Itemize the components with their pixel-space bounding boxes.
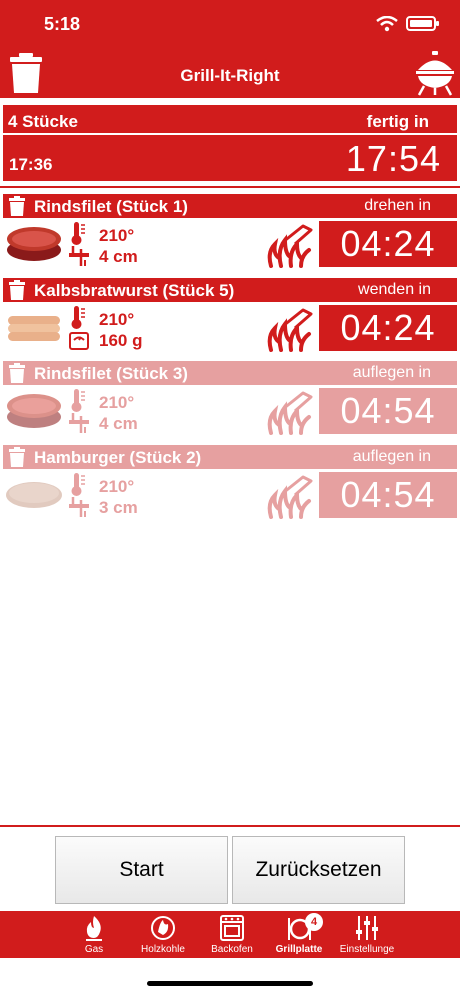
tab-label-charcoal: Holzkohle [141, 944, 185, 955]
tab-grill-plate[interactable]: 4 Grillplatte [264, 911, 334, 958]
thermometer-icon [71, 473, 85, 496]
tab-label-settings: Einstellunge [339, 944, 395, 955]
tab-settings[interactable]: Einstellunge [332, 911, 402, 958]
battery-icon [406, 16, 439, 31]
item-name: Rindsfilet (Stück 3) [34, 364, 188, 383]
item-size: 4 cm [99, 247, 138, 266]
thermometer-icon [71, 389, 85, 412]
weight-icon [69, 332, 89, 350]
item-temperature: 210° [99, 226, 135, 245]
item-size: 3 cm [99, 498, 138, 517]
item-action: auflegen in [352, 364, 431, 381]
item-name: Hamburger (Stück 2) [34, 448, 202, 467]
finish-time: 17:54 [345, 138, 441, 179]
steak-image [7, 394, 61, 428]
tab-gas[interactable]: Gas [59, 911, 129, 958]
ready-label: fertig in [366, 112, 429, 131]
thickness-icon [69, 497, 89, 517]
flip-action-icon [267, 475, 313, 519]
item-name: Rindsfilet (Stück 1) [34, 197, 188, 216]
tab-charcoal[interactable]: Holzkohle [128, 911, 198, 958]
oven-icon [220, 915, 244, 941]
delete-item-icon[interactable] [8, 363, 26, 383]
nav-bar: Grill-It-Right [0, 50, 460, 98]
item-temperature: 210° [99, 477, 135, 496]
flip-action-icon [267, 391, 313, 435]
thermometer-icon [71, 306, 85, 329]
thermometer-icon [71, 222, 85, 245]
item-timer: 04:24 [319, 221, 457, 267]
list-item[interactable]: Rindsfilet (Stück 3) auflegen in 210° 4 … [3, 361, 457, 439]
start-time: 17:36 [9, 155, 53, 174]
tab-oven[interactable]: Backofen [197, 911, 267, 958]
delete-item-icon[interactable] [8, 447, 26, 467]
steak-image [7, 227, 61, 261]
flip-action-icon [267, 308, 313, 352]
gas-flame-icon [86, 916, 102, 941]
item-size: 4 cm [99, 414, 138, 433]
item-header: Hamburger (Stück 2) auflegen in [3, 445, 457, 469]
item-action: wenden in [358, 281, 431, 298]
item-name: Kalbsbratwurst (Stück 5) [34, 281, 235, 300]
piece-count: 4 Stücke [8, 112, 78, 131]
thickness-icon [69, 246, 89, 266]
grill-icon[interactable] [414, 50, 456, 96]
tab-label-gas: Gas [84, 944, 104, 955]
delete-item-icon[interactable] [8, 280, 26, 300]
burger-image [6, 482, 62, 508]
page-title: Grill-It-Right [180, 66, 280, 85]
reset-button[interactable]: Zurücksetzen [232, 836, 405, 904]
item-action: auflegen in [352, 448, 431, 465]
tab-badge: 4 [305, 913, 323, 931]
wifi-icon [376, 16, 398, 32]
thickness-icon [69, 413, 89, 433]
tab-label-grill-plate: Grillplatte [275, 944, 323, 955]
list-item[interactable]: Rindsfilet (Stück 1) drehen in 210° 4 cm… [3, 194, 457, 272]
settings-sliders-icon [356, 916, 378, 940]
list-item[interactable]: Kalbsbratwurst (Stück 5) wenden in 210° … [3, 278, 457, 356]
start-button[interactable]: Start [55, 836, 228, 904]
flip-action-icon [267, 224, 313, 268]
summary-separator [0, 186, 460, 188]
home-indicator [147, 981, 313, 986]
bottom-separator [0, 825, 460, 827]
item-header: Rindsfilet (Stück 3) auflegen in [3, 361, 457, 385]
item-temperature: 210° [99, 393, 135, 412]
tab-bar: Gas Holzkohle Backofen 4 Grillplatte Ein… [0, 911, 460, 958]
status-time: 5:18 [44, 14, 81, 34]
item-temperature: 210° [99, 310, 135, 329]
list-item[interactable]: Hamburger (Stück 2) auflegen in 210° 3 c… [3, 445, 457, 523]
item-timer: 04:24 [319, 305, 457, 351]
summary-panel: 4 Stücke fertig in 17:36 17:54 [3, 105, 457, 181]
item-header: Kalbsbratwurst (Stück 5) wenden in [3, 278, 457, 302]
tab-label-oven: Backofen [211, 944, 253, 955]
item-timer: 04:54 [319, 388, 457, 434]
summary-divider [3, 133, 457, 135]
status-bar: 5:18 [0, 0, 460, 50]
item-action: drehen in [364, 197, 431, 214]
sausage-image [8, 316, 60, 341]
charcoal-icon [151, 916, 175, 940]
item-timer: 04:54 [319, 472, 457, 518]
delete-item-icon[interactable] [8, 196, 26, 216]
item-header: Rindsfilet (Stück 1) drehen in [3, 194, 457, 218]
item-size: 160 g [99, 331, 143, 350]
